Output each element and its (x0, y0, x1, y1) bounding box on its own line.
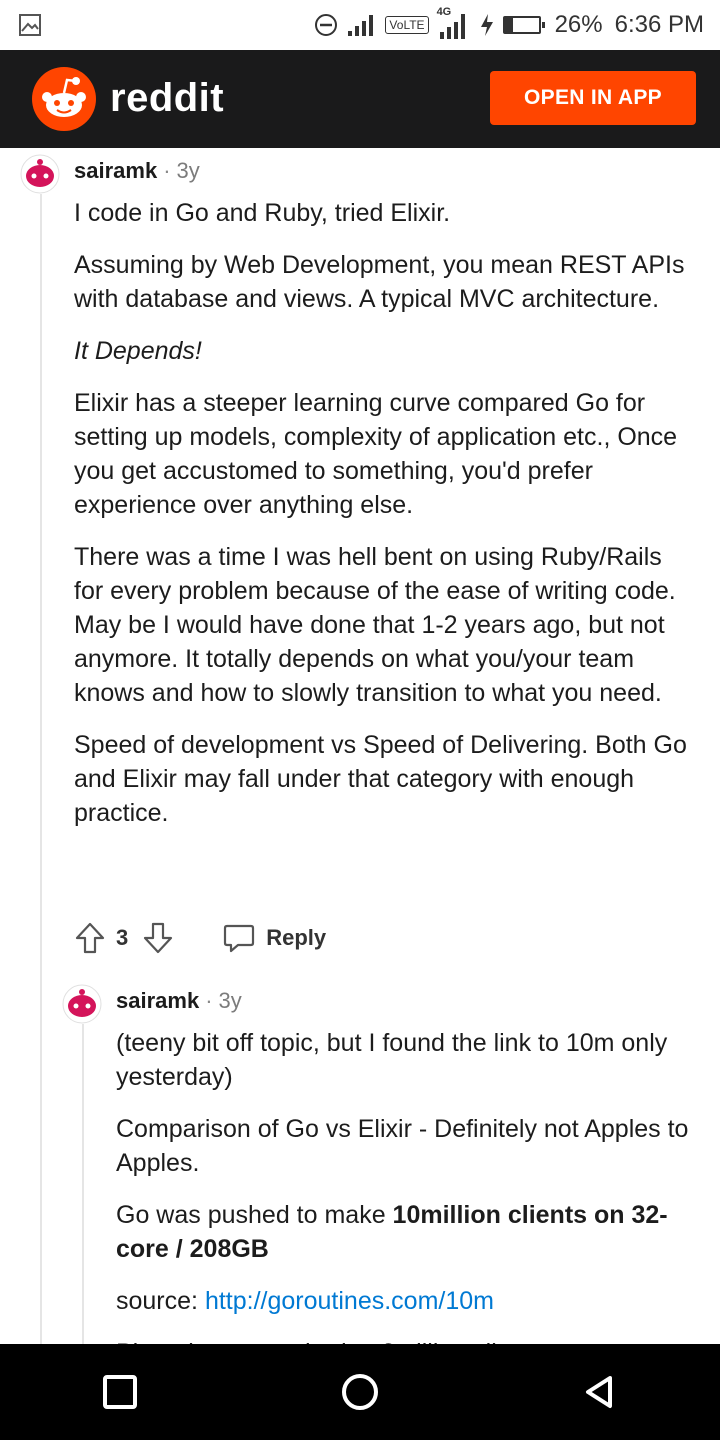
author-name[interactable]: sairamk (116, 988, 199, 1014)
reddit-header: reddit OPEN IN APP (0, 50, 720, 148)
open-in-app-button[interactable]: OPEN IN APP (490, 71, 696, 125)
back-icon (586, 1376, 612, 1408)
separator: · (205, 988, 213, 1013)
reply-button[interactable]: Reply (266, 925, 326, 951)
comment-body: (teeny bit off topic, but I found the li… (116, 1026, 696, 1344)
comment-paragraph: (teeny bit off topic, but I found the li… (116, 1029, 668, 1091)
network-signal-icon: 4G (437, 6, 471, 40)
reddit-logo-icon[interactable] (32, 67, 96, 131)
comment-paragraph: Go was pushed to make 10million clients … (116, 1201, 668, 1263)
comment-age: 3y (176, 158, 200, 183)
charging-icon (480, 14, 493, 36)
status-icons: VoLTE 4G 26% 6:36 PM (313, 6, 704, 42)
comment-paragraph: Speed of development vs Speed of Deliver… (74, 731, 687, 827)
comment-paragraph: source: http://goroutines.com/10m (116, 1287, 494, 1315)
comment-meta: sairamk · 3y (116, 988, 242, 1014)
reply-icon[interactable] (222, 922, 256, 954)
clock: 6:36 PM (614, 11, 704, 38)
volte-icon: VoLTE (385, 16, 429, 34)
comment-paragraph: There was a time I was hell bent on usin… (74, 543, 676, 707)
home-button[interactable] (330, 1362, 390, 1422)
comment-meta: sairamk · 3y (74, 158, 200, 184)
comment-paragraph: It Depends! (74, 337, 202, 365)
reddit-wordmark[interactable]: reddit (110, 76, 224, 121)
battery-percent: 26% (554, 11, 603, 38)
comment-age: 3y (218, 988, 242, 1013)
thread-line[interactable] (40, 194, 42, 1344)
vote-count: 3 (116, 925, 129, 950)
separator: · (163, 158, 171, 183)
home-icon (342, 1374, 378, 1410)
thread-line[interactable] (82, 1024, 84, 1344)
source-link[interactable]: http://goroutines.com/10m (205, 1287, 494, 1315)
avatar[interactable] (20, 154, 60, 194)
comment-actions: 3 Reply (74, 918, 326, 958)
comment-thread: sairamk · 3y I code in Go and Ruby, trie… (0, 148, 720, 1344)
signal-icon (348, 15, 374, 36)
downvote-icon[interactable] (142, 921, 174, 955)
avatar[interactable] (62, 984, 102, 1024)
comment-paragraph: Elixir has a steeper learning curve comp… (74, 389, 678, 519)
back-button[interactable] (570, 1362, 630, 1422)
comment-paragraph: I code in Go and Ruby, tried Elixir. (74, 199, 451, 227)
upvote-icon[interactable] (74, 921, 106, 955)
comment-paragraph: Phoenix was pushed to 2million clients (116, 1336, 696, 1344)
dnd-icon (315, 14, 338, 36)
system-nav-bar (0, 1344, 720, 1440)
recents-icon (103, 1375, 137, 1409)
status-bar: VoLTE 4G 26% 6:36 PM (0, 0, 720, 50)
comment-body: I code in Go and Ruby, tried Elixir. Ass… (74, 196, 690, 848)
image-icon (19, 14, 41, 36)
comment-paragraph: Assuming by Web Development, you mean RE… (74, 251, 685, 313)
battery-icon (502, 16, 545, 34)
author-name[interactable]: sairamk (74, 158, 157, 184)
comment-paragraph: Comparison of Go vs Elixir - Definitely … (116, 1115, 689, 1177)
recents-button[interactable] (90, 1362, 150, 1422)
